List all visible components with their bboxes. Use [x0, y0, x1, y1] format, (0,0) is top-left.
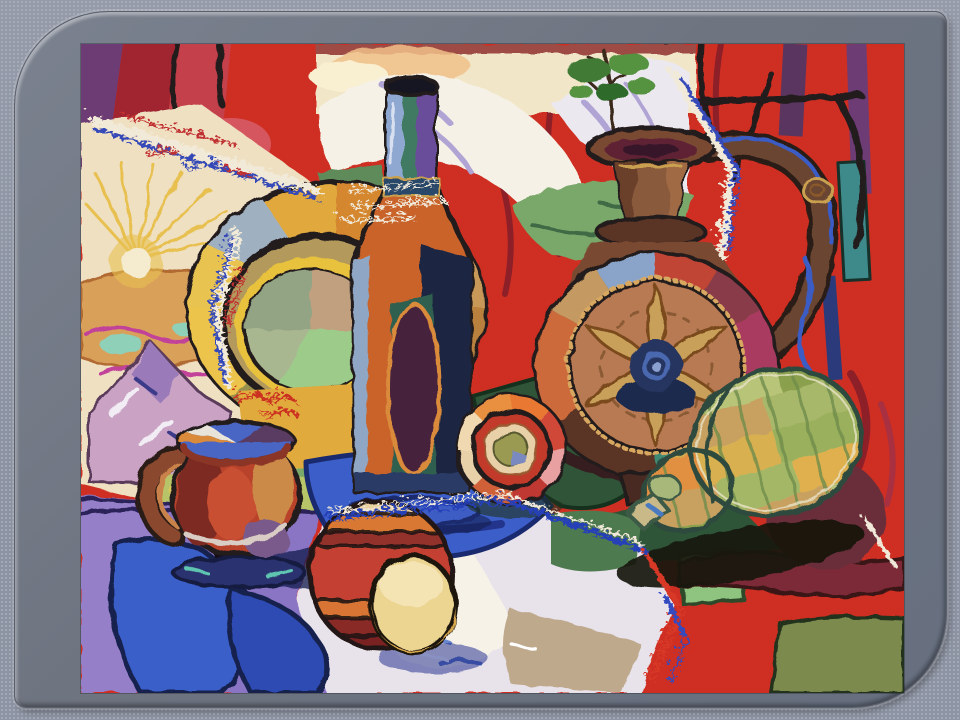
painting-still-life	[81, 44, 904, 693]
slide-frame	[14, 11, 947, 708]
painting-canvas	[81, 44, 904, 693]
slide-background	[0, 0, 960, 720]
